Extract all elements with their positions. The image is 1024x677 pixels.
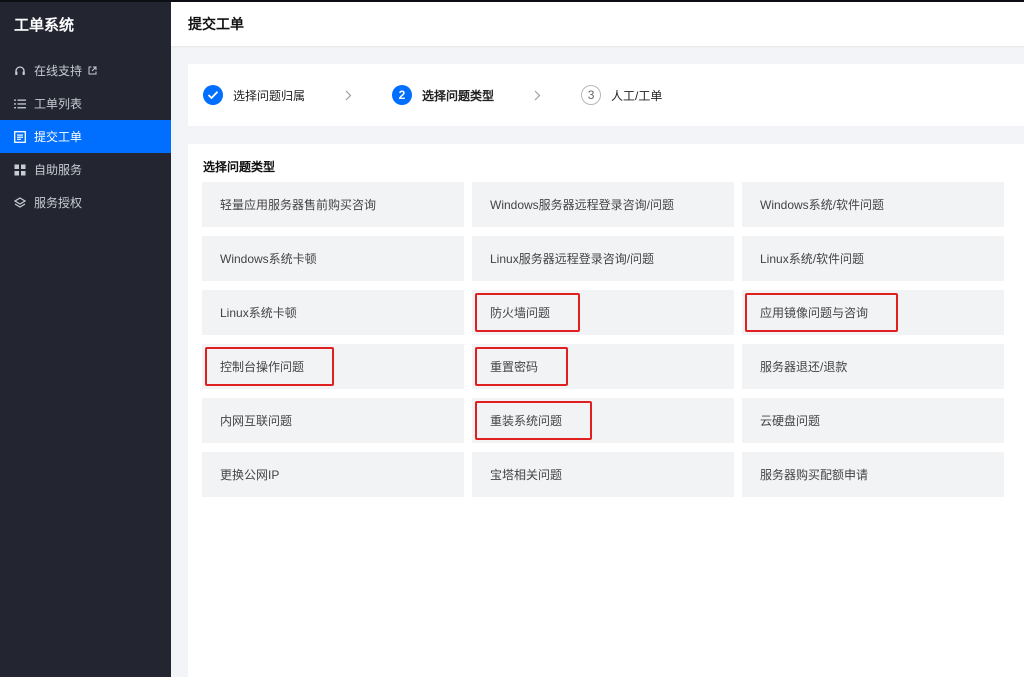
sidebar-item-label: 在线支持 bbox=[34, 64, 83, 78]
section-title: 选择问题类型 bbox=[203, 160, 276, 174]
problem-type-option[interactable]: 轻量应用服务器售前购买咨询 bbox=[202, 182, 464, 227]
problem-type-option-highlighted[interactable]: 控制台操作问题 bbox=[202, 344, 464, 389]
sidebar-item-submit-ticket[interactable]: 提交工单 bbox=[0, 120, 171, 153]
step-2[interactable]: 2 选择问题类型 bbox=[392, 85, 494, 105]
problem-type-option[interactable]: 服务器购买配额申请 bbox=[742, 452, 1004, 497]
problem-type-option[interactable]: Windows系统/软件问题 bbox=[742, 182, 1004, 227]
steps-bar: 选择问题归属 2 选择问题类型 3 人工/工单 bbox=[188, 64, 1024, 126]
problem-type-option[interactable]: 宝塔相关问题 bbox=[472, 452, 734, 497]
list-icon bbox=[13, 97, 27, 111]
chevron-right-icon bbox=[345, 90, 352, 101]
step-label: 选择问题归属 bbox=[233, 88, 306, 103]
step-number: 3 bbox=[581, 85, 602, 105]
sidebar-item-label: 自助服务 bbox=[34, 163, 83, 177]
sidebar-item-online-support[interactable]: 在线支持 bbox=[0, 54, 171, 87]
problem-type-option[interactable]: 云硬盘问题 bbox=[742, 398, 1004, 443]
sidebar-item-label: 提交工单 bbox=[34, 130, 83, 144]
sidebar: 工单系统 在线支持 工单列表 提交工单 自助服务 服务授权 bbox=[0, 0, 171, 677]
problem-type-grid: 轻量应用服务器售前购买咨询 Windows服务器远程登录咨询/问题 Window… bbox=[202, 182, 1004, 497]
problem-type-panel: 选择问题类型 轻量应用服务器售前购买咨询 Windows服务器远程登录咨询/问题… bbox=[188, 144, 1024, 677]
step-3[interactable]: 3 人工/工单 bbox=[581, 85, 662, 105]
sidebar-item-service-auth[interactable]: 服务授权 bbox=[0, 186, 171, 219]
grid-icon bbox=[13, 163, 27, 177]
chevron-right-icon bbox=[534, 90, 541, 101]
sidebar-nav: 在线支持 工单列表 提交工单 自助服务 服务授权 bbox=[0, 54, 171, 219]
step-label: 选择问题类型 bbox=[422, 88, 495, 103]
problem-type-option[interactable]: 内网互联问题 bbox=[202, 398, 464, 443]
layers-icon bbox=[13, 196, 27, 210]
problem-type-option-highlighted[interactable]: 应用镜像问题与咨询 bbox=[742, 290, 1004, 335]
check-icon bbox=[203, 85, 223, 105]
problem-type-option[interactable]: Windows服务器远程登录咨询/问题 bbox=[472, 182, 734, 227]
sidebar-item-ticket-list[interactable]: 工单列表 bbox=[0, 87, 171, 120]
headset-icon bbox=[13, 64, 27, 78]
problem-type-option-highlighted[interactable]: 重置密码 bbox=[472, 344, 734, 389]
sidebar-item-label: 工单列表 bbox=[34, 97, 83, 111]
external-link-icon bbox=[88, 66, 97, 75]
problem-type-option-highlighted[interactable]: 防火墙问题 bbox=[472, 290, 734, 335]
app-title: 工单系统 bbox=[14, 17, 75, 34]
sidebar-item-label: 服务授权 bbox=[34, 196, 83, 210]
problem-type-option[interactable]: Linux系统/软件问题 bbox=[742, 236, 1004, 281]
form-icon bbox=[13, 130, 27, 144]
step-1[interactable]: 选择问题归属 bbox=[203, 85, 305, 105]
problem-type-option[interactable]: Linux服务器远程登录咨询/问题 bbox=[472, 236, 734, 281]
main-area: 提交工单 选择问题归属 2 选择问题类型 3 人工/工单 选择问题类型 轻量应用… bbox=[171, 0, 1024, 677]
step-number: 2 bbox=[392, 85, 413, 105]
problem-type-option-highlighted[interactable]: 重装系统问题 bbox=[472, 398, 734, 443]
sidebar-item-self-service[interactable]: 自助服务 bbox=[0, 153, 171, 186]
problem-type-option[interactable]: 更换公网IP bbox=[202, 452, 464, 497]
step-label: 人工/工单 bbox=[611, 88, 663, 103]
page-title: 提交工单 bbox=[171, 0, 1024, 46]
problem-type-option[interactable]: Linux系统卡顿 bbox=[202, 290, 464, 335]
problem-type-option[interactable]: 服务器退还/退款 bbox=[742, 344, 1004, 389]
problem-type-option[interactable]: Windows系统卡顿 bbox=[202, 236, 464, 281]
